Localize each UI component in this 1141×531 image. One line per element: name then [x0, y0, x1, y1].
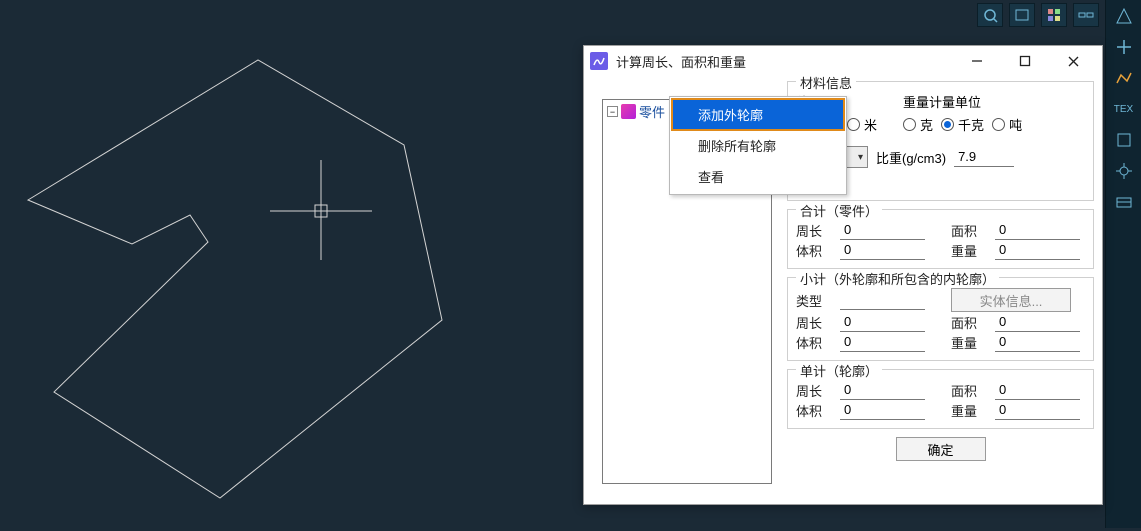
- side-tool-2[interactable]: [1109, 33, 1139, 61]
- minimize-button[interactable]: [962, 51, 992, 71]
- app-icon: [590, 52, 608, 70]
- density-label: 比重(g/cm3): [876, 148, 946, 167]
- single-volume: 0: [840, 400, 925, 420]
- radio-length-m[interactable]: 米: [847, 115, 877, 134]
- top-tool-1[interactable]: [977, 3, 1003, 27]
- side-tool-1[interactable]: [1109, 2, 1139, 30]
- dialog-title: 计算周长、面积和重量: [616, 52, 962, 71]
- radio-weight-g[interactable]: 克: [903, 115, 933, 134]
- top-tool-2[interactable]: [1009, 3, 1035, 27]
- radio-weight-ton[interactable]: 吨: [992, 115, 1022, 134]
- totals-perimeter: 0: [840, 220, 925, 240]
- chevron-down-icon: ▾: [858, 152, 863, 163]
- context-menu: 添加外轮廓 删除所有轮廓 查看: [669, 96, 847, 195]
- totals-part-title: 合计（零件）: [796, 201, 882, 220]
- menu-add-outer-contour[interactable]: 添加外轮廓: [672, 99, 844, 130]
- dialog-titlebar[interactable]: 计算周长、面积和重量: [584, 46, 1102, 76]
- top-toolbar-fragment: [977, 0, 1099, 30]
- single-perimeter: 0: [840, 380, 925, 400]
- tree-part-icon: [621, 104, 636, 119]
- radio-weight-kg[interactable]: 千克: [941, 115, 984, 134]
- totals-area: 0: [995, 220, 1080, 240]
- subtotal-weight: 0: [995, 332, 1080, 352]
- density-field[interactable]: 7.9: [954, 147, 1014, 167]
- side-toolbar: TEX: [1105, 0, 1141, 528]
- single-weight: 0: [995, 400, 1080, 420]
- subtotal-type: [840, 290, 925, 310]
- totals-volume: 0: [840, 240, 925, 260]
- window-controls: [962, 51, 1088, 71]
- canvas-svg: [0, 0, 580, 528]
- maximize-button[interactable]: [1010, 51, 1040, 71]
- tree-expand-icon[interactable]: −: [607, 106, 618, 117]
- ok-button[interactable]: 确定: [896, 437, 986, 461]
- top-tool-3[interactable]: [1041, 3, 1067, 27]
- material-group-title: 材料信息: [796, 73, 856, 92]
- single-area: 0: [995, 380, 1080, 400]
- entity-info-button[interactable]: 实体信息...: [951, 288, 1071, 312]
- tree-item-label: 零件: [639, 102, 665, 121]
- side-tool-3[interactable]: [1109, 64, 1139, 92]
- totals-weight: 0: [995, 240, 1080, 260]
- weight-unit-group-label: 重量计量单位: [903, 92, 1028, 111]
- polygon-shape: [28, 60, 442, 498]
- side-tool-5[interactable]: [1109, 126, 1139, 154]
- single-groupbox: 单计（轮廓） 周长0 面积0 体积0 重量0: [787, 369, 1094, 429]
- drawing-canvas[interactable]: [0, 0, 580, 528]
- close-button[interactable]: [1058, 51, 1088, 71]
- menu-view[interactable]: 查看: [672, 161, 844, 192]
- calc-dialog: 计算周长、面积和重量 − 零件 材料信息 位: [583, 45, 1103, 505]
- top-tool-4[interactable]: [1073, 3, 1099, 27]
- subtotal-volume: 0: [840, 332, 925, 352]
- menu-delete-all-contours[interactable]: 删除所有轮廓: [672, 130, 844, 161]
- side-tool-4[interactable]: TEX: [1109, 95, 1139, 123]
- tree-item-part[interactable]: − 零件: [607, 102, 665, 121]
- totals-part-groupbox: 合计（零件） 周长0 面积0 体积0 重量0: [787, 209, 1094, 269]
- subtotal-groupbox: 小计（外轮廓和所包含的内轮廓） 类型 实体信息... 周长0 面积0 体积0 重…: [787, 277, 1094, 361]
- subtotal-title: 小计（外轮廓和所包含的内轮廓）: [796, 269, 999, 288]
- single-title: 单计（轮廓）: [796, 361, 882, 380]
- side-tool-7[interactable]: [1109, 188, 1139, 216]
- side-tool-6[interactable]: [1109, 157, 1139, 185]
- subtotal-area: 0: [995, 312, 1080, 332]
- subtotal-perimeter: 0: [840, 312, 925, 332]
